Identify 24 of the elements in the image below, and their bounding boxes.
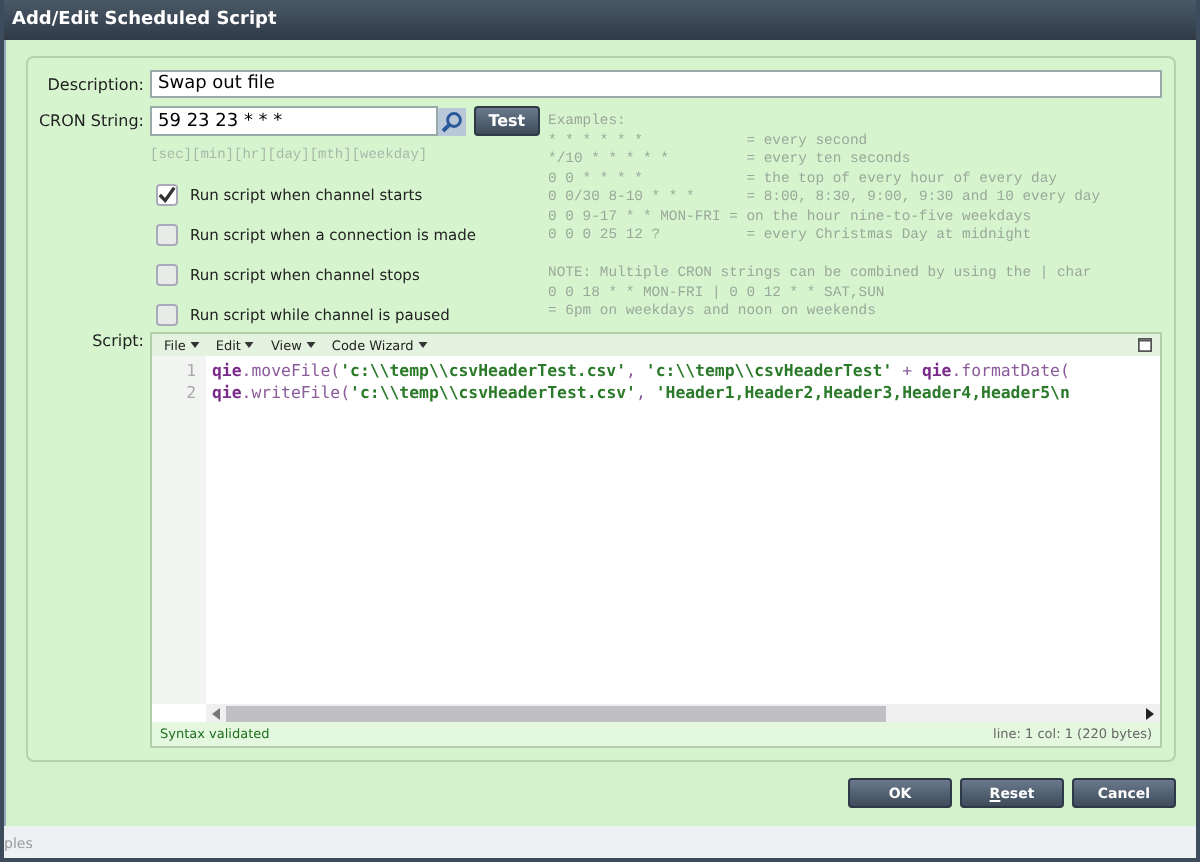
checkbox[interactable] [156,263,178,285]
checkbox[interactable] [156,183,178,205]
code-line: qie.moveFile('c:\\temp\\csvHeaderTest.csv', 'c:\\temp\\csvHeaderTest' + qie.formatDate( [212,360,1070,382]
caret-icon [305,342,316,348]
cron-field[interactable]: 59 23 23 * * * [150,106,438,136]
caret-icon [244,342,255,348]
caret-icon [417,342,428,348]
scroll-left-icon[interactable] [212,707,220,719]
line-number: 1 [184,360,198,382]
line-number: 2 [184,382,198,404]
field-label: Script: [90,332,144,350]
window-title: Add/Edit Scheduled Script [4,0,1196,40]
maximize-icon[interactable] [1138,338,1152,352]
code-line: qie.writeFile('c:\\temp\\csvHeaderTest.csv', 'Header1,Header2,Header3,Header4,Header5\n [212,382,1070,404]
checkbox[interactable] [156,303,178,325]
test-button[interactable]: Test [473,106,540,136]
field-label: CRON String: [36,112,144,130]
checkbox[interactable] [156,223,178,245]
scroll-right-icon[interactable] [1146,707,1154,719]
search-icon[interactable] [437,107,466,135]
horizontal-scrollbar[interactable] [206,704,1160,722]
field-label: Description: [45,75,144,93]
caret-icon [189,342,200,348]
description-field[interactable]: Swap out file [150,70,1162,98]
